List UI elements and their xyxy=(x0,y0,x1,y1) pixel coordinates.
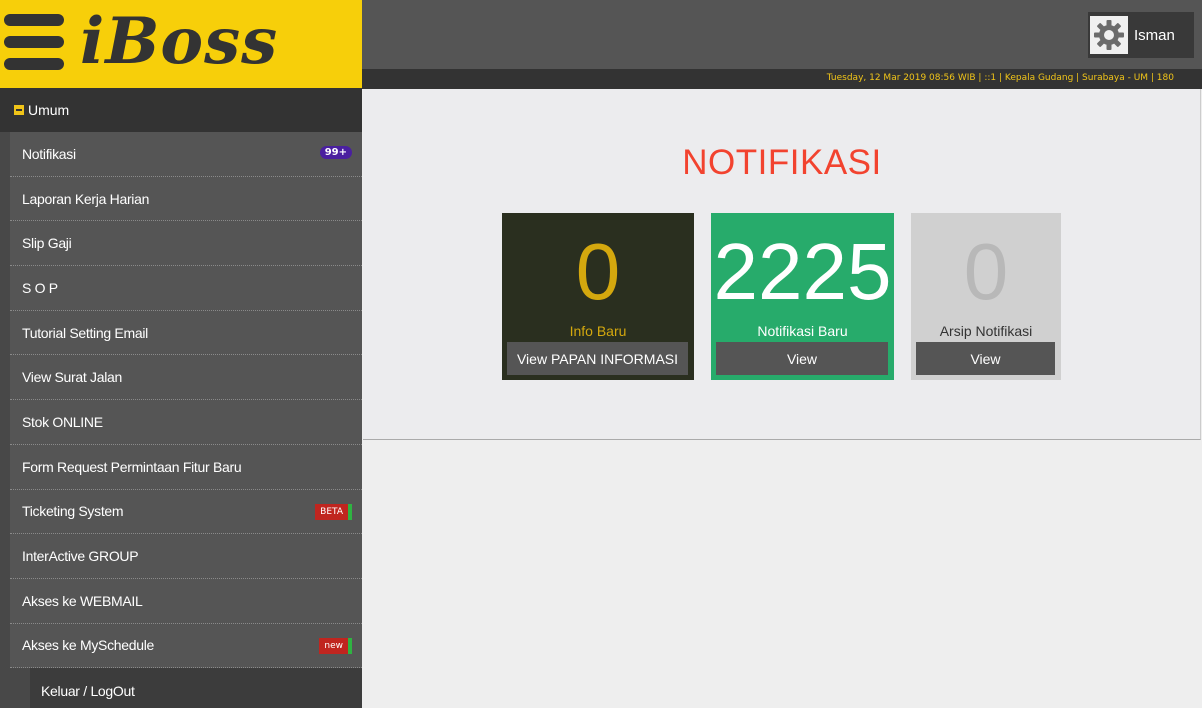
session-info-text: Tuesday, 12 Mar 2019 08:56 WIB | ::1 | K… xyxy=(826,73,1174,83)
beta-badge: BETA xyxy=(315,503,352,520)
sidebar-item-laporan-kerja-harian[interactable]: Laporan Kerja Harian xyxy=(10,176,362,222)
sidebar-item-notifikasi[interactable]: Notifikasi 99+ xyxy=(10,132,362,177)
sidebar: Umum Notifikasi 99+ Laporan Kerja Harian… xyxy=(0,88,362,708)
notifikasi-baru-count: 2225 xyxy=(713,227,892,316)
sidebar-item-label: Keluar / LogOut xyxy=(41,682,135,699)
logo-area: iBoss xyxy=(0,0,362,88)
sidebar-item-ticketing-system[interactable]: Ticketing System BETA xyxy=(10,489,362,535)
sidebar-item-label: Akses ke MySchedule xyxy=(22,637,155,654)
info-bar: Tuesday, 12 Mar 2019 08:56 WIB | ::1 | K… xyxy=(362,69,1202,89)
arsip-notifikasi-card: 0 Arsip Notifikasi View xyxy=(911,213,1061,380)
sidebar-item-label: Laporan Kerja Harian xyxy=(22,190,150,207)
username-label: Isman xyxy=(1134,26,1175,44)
notifikasi-baru-caption: Notifikasi Baru xyxy=(757,323,848,339)
sidebar-item-label: Form Request Permintaan Fitur Baru xyxy=(22,458,242,475)
sidebar-item-label: InterActive GROUP xyxy=(22,548,139,565)
top-bar: Isman xyxy=(362,0,1202,69)
notifikasi-baru-card: 2225 Notifikasi Baru View xyxy=(711,213,894,380)
sidebar-menu: Notifikasi 99+ Laporan Kerja Harian Slip… xyxy=(10,132,362,708)
sidebar-item-akses-webmail[interactable]: Akses ke WEBMAIL xyxy=(10,578,362,624)
user-menu-button[interactable]: Isman xyxy=(1088,12,1194,58)
sidebar-item-label: Stok ONLINE xyxy=(22,413,103,430)
info-baru-count: 0 xyxy=(575,227,621,316)
notification-count-badge: 99+ xyxy=(319,146,352,159)
sidebar-item-label: Slip Gaji xyxy=(22,235,72,252)
view-papan-informasi-button[interactable]: View PAPAN INFORMASI xyxy=(507,342,688,375)
sidebar-item-label: View Surat Jalan xyxy=(22,369,123,386)
gear-icon xyxy=(1090,16,1128,54)
view-notifikasi-button[interactable]: View xyxy=(716,342,888,375)
menu-icon[interactable] xyxy=(4,14,64,70)
sidebar-item-tutorial-setting-email[interactable]: Tutorial Setting Email xyxy=(10,310,362,356)
sidebar-item-label: Akses ke WEBMAIL xyxy=(22,592,143,609)
sidebar-group-umum[interactable]: Umum xyxy=(0,88,362,132)
info-baru-caption: Info Baru xyxy=(569,323,627,339)
sidebar-item-sop[interactable]: S O P xyxy=(10,266,362,311)
sidebar-item-slip-gaji[interactable]: Slip Gaji xyxy=(10,221,362,267)
sidebar-item-label: Tutorial Setting Email xyxy=(22,324,148,341)
brand-logo[interactable]: iBoss xyxy=(80,2,278,82)
sidebar-item-logout[interactable]: Keluar / LogOut xyxy=(30,668,362,708)
view-arsip-button[interactable]: View xyxy=(916,342,1055,375)
sidebar-group-label: Umum xyxy=(28,102,70,118)
sidebar-item-akses-myschedule[interactable]: Akses ke MySchedule new xyxy=(10,623,362,669)
arsip-notifikasi-count: 0 xyxy=(963,227,1009,316)
sidebar-item-interactive-group[interactable]: InterActive GROUP xyxy=(10,534,362,579)
new-badge: new xyxy=(319,637,352,654)
sidebar-item-label: Ticketing System xyxy=(22,503,124,520)
arsip-notifikasi-caption: Arsip Notifikasi xyxy=(939,323,1033,339)
info-baru-card: 0 Info Baru View PAPAN INFORMASI xyxy=(502,213,694,380)
sidebar-item-stok-online[interactable]: Stok ONLINE xyxy=(10,400,362,445)
sidebar-item-label: Notifikasi xyxy=(22,145,76,162)
collapse-icon[interactable] xyxy=(14,105,24,115)
sidebar-item-label: S O P xyxy=(22,279,58,296)
page-title: NOTIFIKASI xyxy=(682,143,882,182)
sidebar-item-form-request[interactable]: Form Request Permintaan Fitur Baru xyxy=(10,444,362,490)
notification-panel: NOTIFIKASI 0 Info Baru View PAPAN INFORM… xyxy=(363,89,1201,440)
sidebar-item-view-surat-jalan[interactable]: View Surat Jalan xyxy=(10,355,362,401)
